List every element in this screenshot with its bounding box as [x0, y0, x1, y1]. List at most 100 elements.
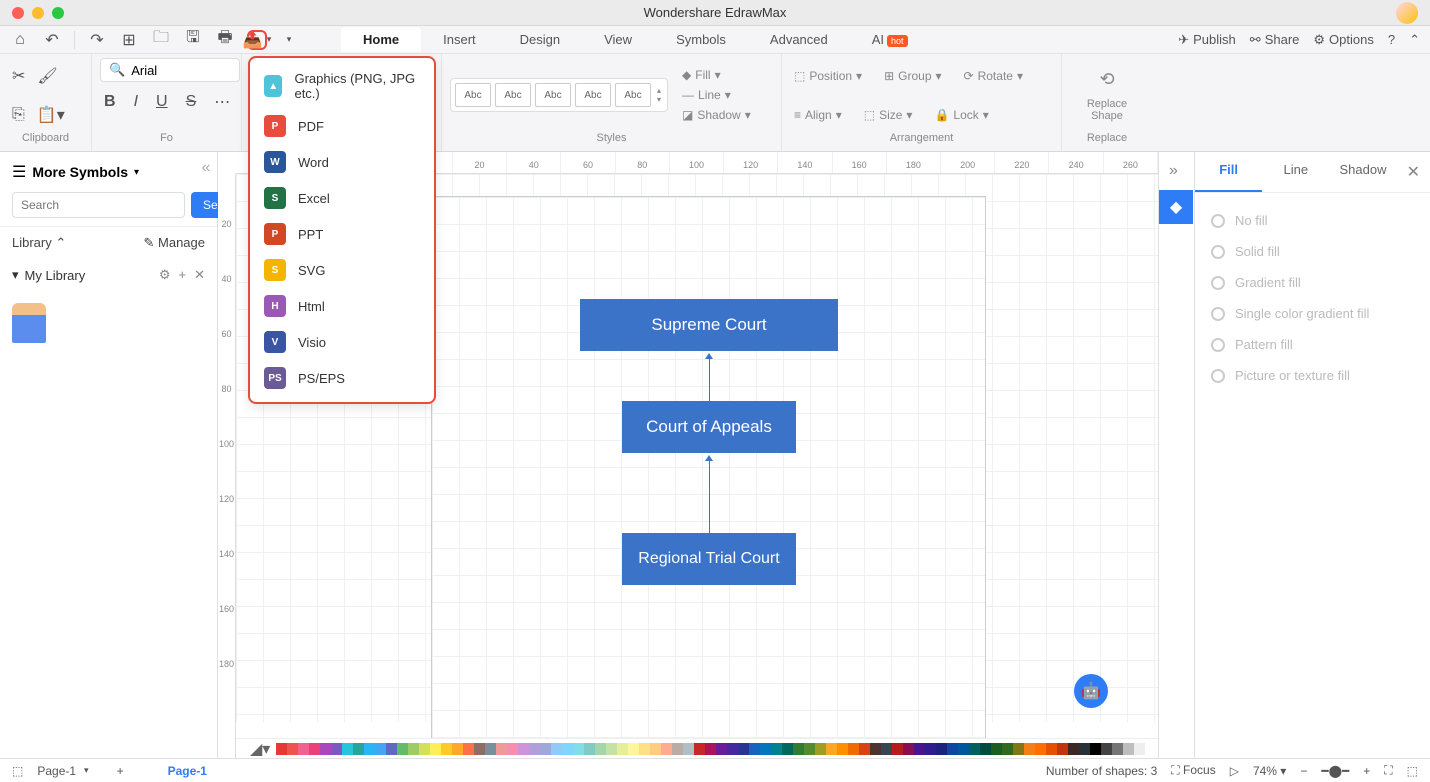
export-excel[interactable]: SExcel [250, 180, 434, 216]
color-swatch[interactable] [595, 743, 606, 755]
print-icon[interactable]: 🖶 [215, 30, 235, 50]
my-library-label[interactable]: My Library [25, 268, 86, 283]
color-swatch[interactable] [738, 743, 749, 755]
color-swatch[interactable] [573, 743, 584, 755]
export-ps-eps[interactable]: PSPS/EPS [250, 360, 434, 396]
color-swatch[interactable] [507, 743, 518, 755]
zoom-out-icon[interactable]: − [1300, 764, 1307, 778]
tab-design[interactable]: Design [498, 27, 582, 52]
export-word[interactable]: WWord [250, 144, 434, 180]
user-avatar[interactable] [1396, 2, 1418, 24]
color-swatch[interactable] [991, 743, 1002, 755]
color-swatch[interactable] [969, 743, 980, 755]
style-gallery[interactable]: Abc Abc Abc Abc Abc ▴▾ [450, 78, 668, 112]
tab-view[interactable]: View [582, 27, 654, 52]
library-label[interactable]: Library ⌃ [12, 235, 66, 251]
color-swatch[interactable] [430, 743, 441, 755]
options-button[interactable]: ⚙ Options [1313, 32, 1373, 48]
color-swatch[interactable] [408, 743, 419, 755]
fill-tool-icon[interactable]: ◆ [1159, 190, 1193, 224]
zoom-level[interactable]: 74% ▾ [1253, 764, 1286, 778]
publish-button[interactable]: ✈ Publish [1178, 32, 1236, 48]
color-swatch[interactable] [639, 743, 650, 755]
bold-icon[interactable]: B [100, 88, 120, 116]
cut-icon[interactable]: ✂ [8, 62, 29, 90]
color-swatch[interactable] [1046, 743, 1057, 755]
color-swatch[interactable] [298, 743, 309, 755]
shape-supreme-court[interactable]: Supreme Court [580, 299, 838, 351]
color-swatch[interactable] [881, 743, 892, 755]
color-swatch[interactable] [540, 743, 551, 755]
underline-icon[interactable]: U [152, 88, 172, 116]
tab-symbols[interactable]: Symbols [654, 27, 748, 52]
new-icon[interactable]: ⊞ [119, 30, 139, 50]
home-icon[interactable]: ⌂ [10, 30, 30, 50]
color-swatch[interactable] [628, 743, 639, 755]
shape-court-appeals[interactable]: Court of Appeals [622, 401, 796, 453]
redo-icon[interactable]: ↷ [87, 30, 107, 50]
minimize-window[interactable] [32, 7, 44, 19]
style-preset[interactable]: Abc [495, 83, 531, 107]
shape-regional-trial[interactable]: Regional Trial Court [622, 533, 796, 585]
color-swatch[interactable] [1090, 743, 1101, 755]
color-swatch[interactable] [925, 743, 936, 755]
format-painter-icon[interactable]: 🖌 [33, 62, 61, 90]
size-dropdown[interactable]: ⬚ Size▾ [860, 106, 917, 124]
style-preset[interactable]: Abc [615, 83, 651, 107]
share-button[interactable]: ⚯ Share [1250, 32, 1300, 48]
style-preset[interactable]: Abc [535, 83, 571, 107]
color-swatch[interactable] [892, 743, 903, 755]
export-ppt[interactable]: PPPT [250, 216, 434, 252]
color-swatch[interactable] [551, 743, 562, 755]
align-dropdown[interactable]: ≡ Align▾ [790, 106, 846, 124]
tab-advanced[interactable]: Advanced [748, 27, 850, 52]
color-swatch[interactable] [980, 743, 991, 755]
save-icon[interactable]: 🖫 [183, 30, 203, 50]
fill-option[interactable]: No fill [1207, 205, 1418, 236]
close-panel-icon[interactable]: ✕ [1397, 152, 1430, 192]
color-swatch[interactable] [826, 743, 837, 755]
color-swatch[interactable] [1079, 743, 1090, 755]
more-font-icon[interactable]: ⋯ [210, 88, 234, 116]
color-swatch[interactable] [1101, 743, 1112, 755]
add-page-icon[interactable]: + [117, 764, 124, 778]
color-swatch[interactable] [650, 743, 661, 755]
fill-option[interactable]: Picture or texture fill [1207, 360, 1418, 391]
color-swatch[interactable] [353, 743, 364, 755]
color-swatch[interactable] [309, 743, 320, 755]
color-swatch[interactable] [936, 743, 947, 755]
color-swatch[interactable] [1057, 743, 1068, 755]
close-window[interactable] [12, 7, 24, 19]
color-swatch[interactable] [848, 743, 859, 755]
help-icon[interactable]: ? [1388, 32, 1395, 47]
color-swatch[interactable] [837, 743, 848, 755]
color-swatch[interactable] [452, 743, 463, 755]
color-swatch[interactable] [364, 743, 375, 755]
rp-tab-fill[interactable]: Fill [1195, 152, 1262, 192]
position-dropdown[interactable]: ⬚ Position▾ [790, 67, 866, 85]
maximize-window[interactable] [52, 7, 64, 19]
more-symbols-label[interactable]: More Symbols [32, 164, 128, 180]
tab-ai[interactable]: AIhot [850, 27, 930, 52]
color-swatch[interactable] [1013, 743, 1024, 755]
export-pdf[interactable]: PPDF [250, 108, 434, 144]
export-svg[interactable]: SSVG [250, 252, 434, 288]
rp-tab-line[interactable]: Line [1262, 152, 1329, 192]
export-graphics-png-jpg-etc-[interactable]: ▲Graphics (PNG, JPG etc.) [250, 64, 434, 108]
color-swatch[interactable] [397, 743, 408, 755]
color-swatch[interactable] [804, 743, 815, 755]
color-swatch[interactable] [749, 743, 760, 755]
color-swatch[interactable] [1112, 743, 1123, 755]
fill-dropdown[interactable]: ◆ Fill ▾ [678, 66, 755, 84]
color-swatch[interactable] [870, 743, 881, 755]
color-swatch[interactable] [958, 743, 969, 755]
color-swatch[interactable] [419, 743, 430, 755]
color-swatch[interactable] [903, 743, 914, 755]
fill-option[interactable]: Single color gradient fill [1207, 298, 1418, 329]
zoom-in-icon[interactable]: + [1363, 764, 1370, 778]
page-tab[interactable]: Page-1 [168, 764, 207, 778]
fill-bucket-icon[interactable]: ◢▾ [250, 739, 270, 759]
color-swatch[interactable] [331, 743, 342, 755]
undo-icon[interactable]: ↶ [42, 30, 62, 50]
rp-tab-shadow[interactable]: Shadow [1329, 152, 1396, 192]
